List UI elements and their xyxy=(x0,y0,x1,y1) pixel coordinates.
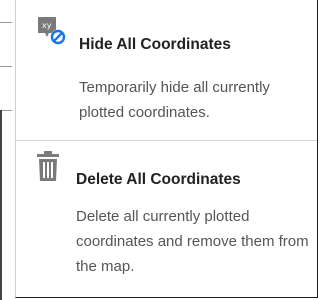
menu-item-delete-all-coordinates[interactable]: Delete All Coordinates Delete all curren… xyxy=(16,141,317,297)
background-line xyxy=(0,22,12,23)
menu-item-hide-all-coordinates[interactable]: xy Hide All Coordinates Temporarily hide… xyxy=(16,0,317,140)
menu-item-description: Temporarily hide all currently plotted c… xyxy=(79,79,270,121)
background-line xyxy=(0,110,2,300)
hide-coordinates-icon: xy xyxy=(36,14,70,48)
coordinates-context-menu: xy Hide All Coordinates Temporarily hide… xyxy=(15,0,318,298)
background-window-edge xyxy=(0,0,12,300)
trash-icon xyxy=(36,151,60,181)
menu-item-description: Delete all currently plotted coordinates… xyxy=(76,208,309,275)
menu-item-title: Hide All Coordinates xyxy=(79,36,231,53)
menu-item-title: Delete All Coordinates xyxy=(76,171,241,188)
background-line xyxy=(0,66,12,67)
svg-text:xy: xy xyxy=(42,21,52,30)
